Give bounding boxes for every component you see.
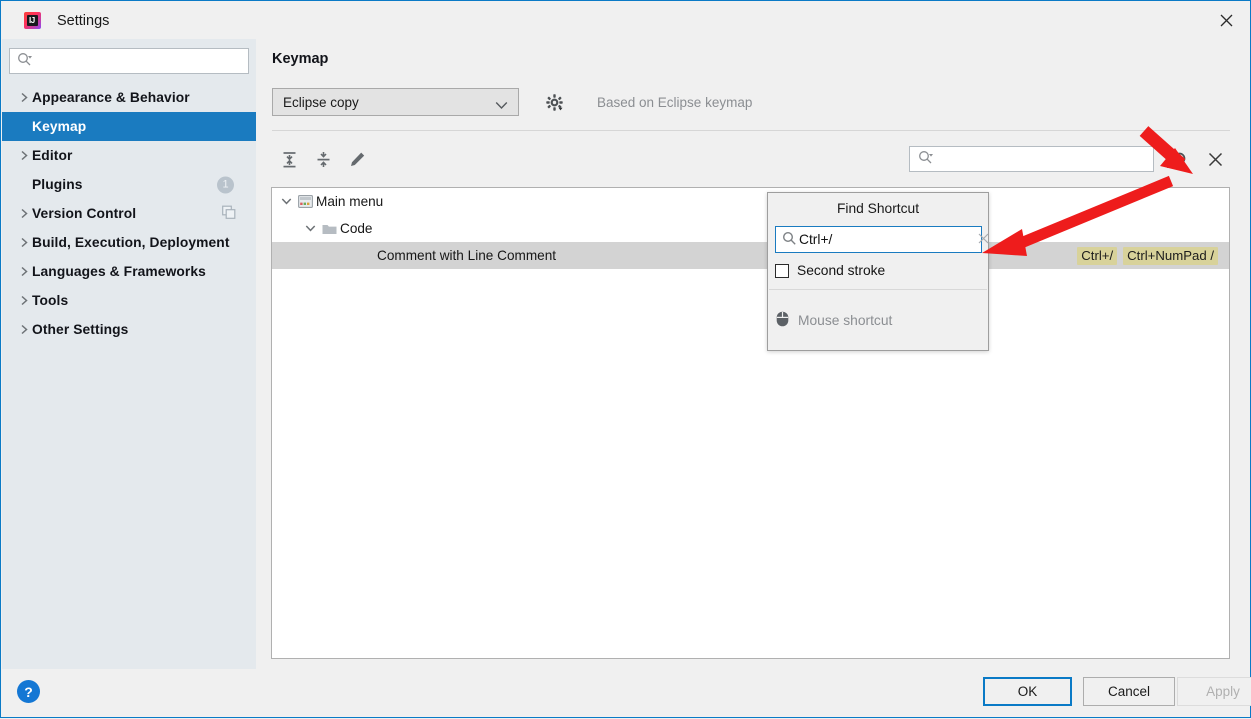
sidebar-item-editor[interactable]: Editor	[2, 141, 256, 170]
checkbox[interactable]	[775, 263, 789, 278]
keymap-scheme-row: Eclipse copy Based on Eclipse keymap	[272, 88, 752, 116]
find-shortcut-popup: Find Shortcut Second stroke	[767, 192, 989, 351]
help-icon[interactable]: ?	[17, 680, 40, 703]
pencil-icon[interactable]	[340, 144, 374, 174]
sidebar-item-tools[interactable]: Tools	[2, 286, 256, 315]
expand-all-icon[interactable]	[272, 144, 306, 174]
sidebar-item-label: Other Settings	[32, 322, 129, 337]
sidebar-search[interactable]	[9, 48, 249, 74]
apply-button: Apply	[1177, 677, 1251, 706]
keymap-search[interactable]	[909, 146, 1154, 172]
find-by-shortcut-icon[interactable]	[1165, 149, 1189, 171]
status-badge: Ctrl+/	[1077, 246, 1118, 265]
close-icon[interactable]	[1204, 2, 1249, 38]
keymap-scheme-actions-button[interactable]	[545, 93, 564, 112]
sidebar-item-label: Editor	[32, 148, 73, 163]
sidebar-item-keymap[interactable]: Keymap	[2, 112, 256, 141]
sidebar-item-plugins[interactable]: Plugins 1	[2, 170, 256, 199]
second-stroke-label: Second stroke	[797, 263, 886, 278]
title-bar: IJ Settings	[2, 2, 1249, 39]
chevron-right-icon	[16, 324, 32, 335]
chevron-right-icon	[16, 92, 32, 103]
sidebar-item-other-settings[interactable]: Other Settings	[2, 315, 256, 344]
page-title: Keymap	[272, 51, 329, 67]
sidebar-item-label: Keymap	[32, 119, 87, 134]
ok-button[interactable]: OK	[983, 677, 1072, 706]
second-stroke-checkbox[interactable]: Second stroke	[775, 263, 885, 278]
sidebar-item-appearance-and-behavior[interactable]: Appearance & Behavior	[2, 83, 256, 112]
window-title: Settings	[57, 12, 110, 29]
settings-sidebar: Appearance & Behavior Keymap Editor Plug…	[2, 39, 256, 671]
divider	[272, 130, 1230, 131]
chevron-down-icon[interactable]	[278, 197, 295, 206]
keymap-scheme-select[interactable]: Eclipse copy	[272, 88, 519, 116]
table-row[interactable]: Code	[272, 215, 1229, 242]
sidebar-search-input[interactable]	[32, 50, 248, 72]
sidebar-item-version-control[interactable]: Version Control	[2, 199, 256, 228]
shortcut-badges: Ctrl+/ Ctrl+NumPad /	[1077, 242, 1218, 269]
settings-dialog: IJ Settings Appearance & Behavior Keymap…	[0, 0, 1251, 718]
popup-title: Find Shortcut	[836, 200, 920, 216]
close-search-icon[interactable]	[1203, 147, 1227, 171]
popup-search-input[interactable]	[775, 226, 989, 253]
chevron-down-icon	[495, 98, 508, 113]
copy-icon	[222, 205, 236, 222]
dialog-button-bar: ? OK Cancel Apply	[2, 669, 1251, 716]
mouse-shortcut-label: Mouse shortcut	[798, 313, 893, 328]
sidebar-item-build-execution-deployment[interactable]: Build, Execution, Deployment	[2, 228, 256, 257]
chevron-right-icon	[16, 295, 32, 306]
plugins-update-badge: 1	[217, 176, 234, 193]
gear-icon	[546, 93, 563, 111]
table-row[interactable]: Main menu	[272, 188, 1229, 215]
main-menu-icon	[295, 195, 316, 208]
sidebar-item-label: Appearance & Behavior	[32, 90, 190, 105]
chevron-right-icon	[16, 150, 32, 161]
popup-search-field[interactable]	[797, 228, 978, 251]
sidebar-item-label: Tools	[32, 293, 69, 308]
intellij-idea-logo-icon: IJ	[24, 12, 41, 29]
sidebar-item-label: Build, Execution, Deployment	[32, 235, 230, 250]
status-badge: Ctrl+NumPad /	[1123, 246, 1218, 265]
sidebar-item-label: Plugins	[32, 177, 83, 192]
collapse-all-icon[interactable]	[306, 144, 340, 174]
sidebar-item-languages-and-frameworks[interactable]: Languages & Frameworks	[2, 257, 256, 286]
keymap-panel: Keymap Eclipse copy Based on Eclipse key…	[256, 39, 1249, 671]
mouse-icon	[776, 311, 789, 330]
divider	[769, 289, 987, 290]
tree-item-label: Code	[340, 221, 373, 236]
sidebar-item-label: Version Control	[32, 206, 137, 221]
keymap-toolbar	[272, 141, 374, 177]
chevron-down-icon[interactable]	[302, 224, 319, 233]
chevron-right-icon	[16, 208, 32, 219]
keymap-actions-tree[interactable]: Main menu Code Comment with Line Comment	[271, 187, 1230, 659]
search-icon	[17, 52, 32, 70]
search-icon	[782, 231, 797, 249]
cancel-button[interactable]: Cancel	[1083, 677, 1175, 706]
mouse-shortcut-option[interactable]: Mouse shortcut	[776, 311, 892, 330]
clear-icon[interactable]	[978, 232, 989, 247]
table-row[interactable]: Comment with Line Comment Ctrl+/ Ctrl+Nu…	[272, 242, 1229, 269]
chevron-right-icon	[16, 266, 32, 277]
tree-item-label: Comment with Line Comment	[377, 248, 557, 263]
chevron-right-icon	[16, 237, 32, 248]
keymap-scheme-value: Eclipse copy	[283, 94, 359, 110]
folder-icon	[319, 223, 340, 235]
keymap-search-input[interactable]	[933, 148, 1153, 170]
sidebar-item-label: Languages & Frameworks	[32, 264, 206, 279]
keymap-based-on-label: Based on Eclipse keymap	[597, 94, 753, 110]
tree-item-label: Main menu	[316, 194, 384, 209]
search-icon	[918, 150, 933, 168]
